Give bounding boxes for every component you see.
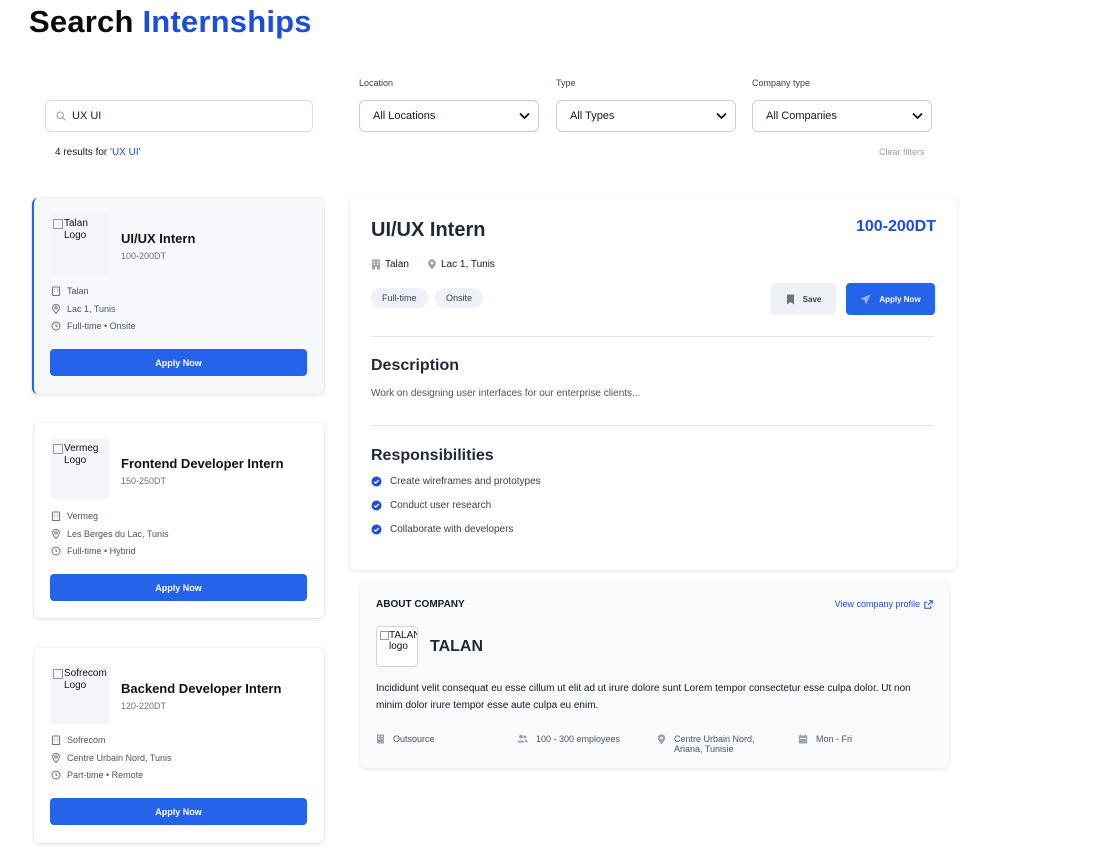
company-address: Centre Urbain Nord, Ariana, Tunisie	[674, 734, 755, 754]
card-company: Talan	[51, 286, 89, 296]
responsibilities-heading: Responsibilities	[371, 447, 494, 464]
search-icon	[56, 111, 66, 121]
card-schedule: Full-time • Hybrid	[51, 546, 136, 556]
card-location: Centre Urbain Nord, Tunis	[51, 753, 172, 763]
calendar-icon	[798, 734, 808, 744]
card-salary: 150-250DT	[121, 476, 167, 486]
broken-image-icon	[53, 669, 63, 679]
card-company: Sofrecom	[51, 735, 106, 745]
internship-card[interactable]: Talan Logo UI/UX Intern 100-200DT Talan …	[32, 198, 324, 394]
building-icon	[377, 734, 384, 744]
check-circle-icon	[371, 476, 382, 487]
card-salary: 120-220DT	[121, 701, 167, 711]
clock-icon	[51, 546, 61, 556]
broken-image-icon	[53, 444, 63, 454]
company-type-fact: Outsource	[376, 734, 435, 744]
job-tag: Full-time	[371, 288, 428, 308]
building-icon	[52, 286, 60, 296]
results-count: 4 results for 'UX UI'	[55, 147, 141, 158]
company-description: Incididunt velit consequat eu esse cillu…	[376, 683, 911, 711]
location-selected: All Locations	[373, 110, 436, 122]
responsibility-item: Collaborate with developers	[371, 524, 513, 535]
clock-icon	[51, 770, 61, 780]
card-title: Backend Developer Intern	[121, 681, 282, 696]
company-logo: Sofrecom Logo	[50, 664, 110, 724]
type-label: Type	[556, 78, 576, 88]
card-schedule: Part-time • Remote	[51, 770, 143, 780]
apply-now-button[interactable]: Apply Now	[50, 349, 307, 376]
card-schedule: Full-time • Onsite	[51, 321, 136, 331]
building-icon	[372, 259, 380, 270]
page-title-accent: Internships	[142, 4, 312, 39]
detail-title: UI/UX Intern	[371, 219, 486, 241]
save-button[interactable]: Save	[771, 283, 836, 315]
job-detail-panel: UI/UX Intern 100-200DT Talan Lac 1, Tuni…	[350, 198, 957, 570]
clock-icon	[51, 321, 61, 331]
clear-filters-link[interactable]: Clear filters	[879, 147, 925, 157]
page-title: Search Internships	[29, 4, 312, 40]
company-type-label: Company type	[752, 78, 811, 88]
map-pin-icon	[52, 304, 60, 314]
type-select[interactable]: All Types	[556, 100, 736, 132]
company-name: TALAN	[430, 638, 484, 655]
divider	[371, 336, 934, 337]
map-pin-icon	[428, 259, 436, 270]
map-pin-icon	[52, 753, 60, 763]
card-location: Les Berges du Lac, Tunis	[51, 529, 169, 539]
apply-now-button[interactable]: Apply Now	[50, 574, 307, 601]
divider	[371, 425, 934, 426]
search-value: UX UI	[72, 110, 102, 122]
card-salary: 100-200DT	[121, 251, 167, 261]
building-icon	[52, 511, 60, 521]
broken-image-icon	[380, 631, 389, 640]
company-address-fact: Centre Urbain Nord, Ariana, Tunisie	[657, 734, 755, 754]
apply-now-button[interactable]: Apply Now	[846, 283, 935, 315]
check-circle-icon	[371, 500, 382, 511]
company-type-select[interactable]: All Companies	[752, 100, 932, 132]
bookmark-icon	[786, 294, 794, 304]
check-circle-icon	[371, 524, 382, 535]
detail-company: Talan	[371, 259, 409, 270]
apply-now-button[interactable]: Apply Now	[50, 798, 307, 825]
users-icon	[517, 734, 528, 743]
job-tag: Onsite	[435, 288, 484, 308]
detail-location: Lac 1, Tunis	[427, 259, 495, 270]
company-logo: Vermeg Logo	[50, 439, 110, 499]
search-input[interactable]: UX UI	[45, 100, 313, 132]
responsibility-item: Create wireframes and prototypes	[371, 476, 541, 487]
chevron-down-icon	[716, 112, 727, 120]
company-days-fact: Mon - Fri	[798, 734, 852, 744]
card-location: Lac 1, Tunis	[51, 304, 116, 314]
send-icon	[860, 294, 871, 304]
company-size-fact: 100 - 300 employees	[517, 734, 620, 744]
chevron-down-icon	[912, 112, 923, 120]
description-heading: Description	[371, 357, 460, 374]
chevron-down-icon	[519, 112, 530, 120]
internship-card[interactable]: Vermeg Logo Frontend Developer Intern 15…	[34, 423, 324, 618]
page-title-prefix: Search	[29, 4, 134, 39]
description-text: Work on designing user interfaces for ou…	[371, 388, 641, 399]
detail-salary: 100-200DT	[855, 218, 936, 235]
map-pin-icon	[52, 529, 60, 539]
company-logo: TALAN logo	[376, 626, 418, 667]
responsibility-item: Conduct user research	[371, 500, 491, 511]
internship-card[interactable]: Sofrecom Logo Backend Developer Intern 1…	[34, 648, 324, 843]
company-type-selected: All Companies	[766, 110, 837, 122]
map-pin-icon	[657, 734, 666, 745]
about-heading: ABOUT COMPANY	[376, 599, 465, 610]
broken-image-icon	[53, 219, 63, 229]
card-title: UI/UX Intern	[121, 231, 196, 246]
building-icon	[52, 735, 60, 745]
location-label: Location	[359, 78, 394, 88]
location-select[interactable]: All Locations	[359, 100, 539, 132]
results-query: 'UX UI'	[110, 147, 141, 158]
company-logo: Talan Logo	[50, 214, 110, 274]
external-link-icon	[924, 599, 933, 609]
type-selected: All Types	[570, 110, 615, 122]
view-company-profile-link[interactable]: View company profile	[835, 599, 933, 609]
card-company: Vermeg	[51, 511, 98, 521]
card-title: Frontend Developer Intern	[121, 456, 284, 471]
results-text: 4 results for	[55, 147, 111, 158]
about-company-panel: ABOUT COMPANY View company profile TALAN…	[360, 581, 949, 768]
